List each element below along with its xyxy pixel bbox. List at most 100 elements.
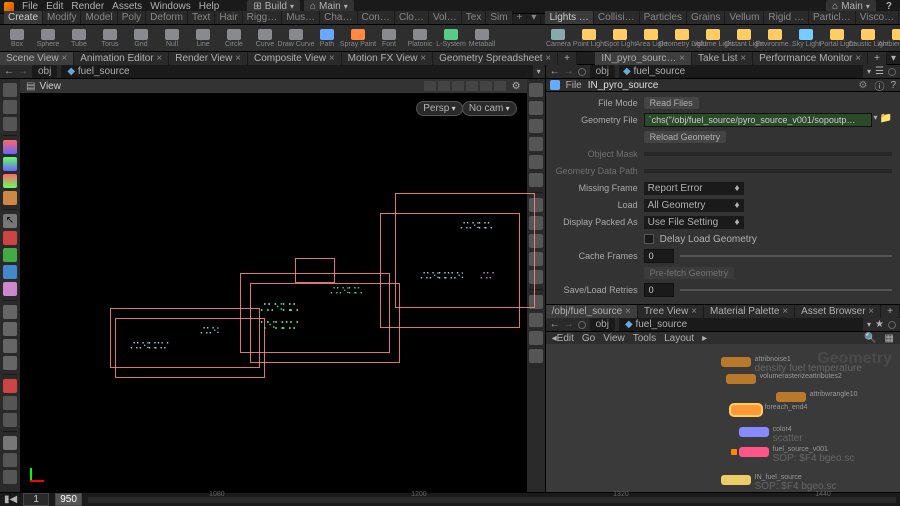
- nav-back-icon[interactable]: ←: [550, 66, 560, 77]
- nav-fwd-icon[interactable]: →: [564, 66, 574, 77]
- vp-mode-icon[interactable]: [424, 81, 436, 91]
- shelf-tool[interactable]: Font: [374, 26, 404, 51]
- tab-network[interactable]: /obj/fuel_source: [546, 305, 638, 318]
- tab-composite-view[interactable]: Composite View: [248, 52, 342, 65]
- shelf-tool[interactable]: Camera: [543, 26, 573, 51]
- tab-motion-fx[interactable]: Motion FX View: [342, 52, 433, 65]
- vp-mode-icon[interactable]: [494, 81, 506, 91]
- star-icon[interactable]: ★: [875, 319, 884, 330]
- magnet-tool-icon[interactable]: [3, 379, 17, 393]
- plus-icon[interactable]: +: [881, 305, 900, 318]
- tab-scene-view[interactable]: Scene View: [0, 52, 74, 65]
- shelf-tab[interactable]: Cha…: [320, 11, 357, 24]
- viewport-3d[interactable]: Persp ▾ No cam ▾ ∴∵⁖∷∴∵ ∴∵⁖ ∴∵⁖∷∴∵⁖∷∴∵ ∴…: [20, 93, 527, 492]
- lasso-tool-icon[interactable]: [3, 100, 17, 114]
- delay-load-checkbox[interactable]: [644, 234, 654, 244]
- tab-material[interactable]: Material Palette: [704, 305, 795, 318]
- nav-fwd-icon[interactable]: →: [18, 66, 28, 77]
- gear-icon[interactable]: ⚙: [512, 81, 521, 92]
- shelf-tool[interactable]: Curve: [250, 26, 280, 51]
- shelf-tool[interactable]: Metaball: [467, 26, 497, 51]
- display-flag-icon[interactable]: [731, 449, 737, 455]
- snap-curve-icon[interactable]: [3, 248, 17, 262]
- camera-lock[interactable]: No cam ▾: [462, 101, 517, 116]
- shelf-tab[interactable]: Clo…: [395, 11, 429, 24]
- net-opts-icon[interactable]: ▦: [885, 333, 894, 344]
- network-node[interactable]: [731, 405, 761, 415]
- nav-back-icon[interactable]: ←: [4, 66, 14, 77]
- parm-path-level[interactable]: obj: [590, 65, 615, 78]
- translate-tool-icon[interactable]: [3, 140, 17, 154]
- display-opt-icon[interactable]: [529, 155, 543, 169]
- network-node[interactable]: [739, 427, 769, 437]
- rotate-tool-icon[interactable]: [3, 157, 17, 171]
- net-menu-go[interactable]: Go: [582, 333, 595, 344]
- load-dropdown[interactable]: All Geometry♦: [644, 199, 744, 212]
- shelf-tool[interactable]: Spot Light: [605, 26, 635, 51]
- shelf-tool[interactable]: Volume Light: [698, 26, 728, 51]
- chevron-down-icon[interactable]: ▾: [867, 320, 871, 329]
- display-opt-icon[interactable]: [529, 119, 543, 133]
- network-node[interactable]: [721, 475, 751, 485]
- chevron-down-icon[interactable]: ▾: [537, 67, 541, 76]
- shelf-tab[interactable]: Model: [81, 11, 117, 24]
- shelf-tool[interactable]: Environme…: [760, 26, 790, 51]
- shelf-tab[interactable]: Create: [4, 11, 43, 24]
- slider[interactable]: [680, 255, 892, 257]
- net-path-level[interactable]: obj: [590, 318, 615, 331]
- packed-dropdown[interactable]: Use File Setting♦: [644, 216, 744, 229]
- chevron-down-icon[interactable]: ▾: [527, 11, 541, 24]
- shelf-tool[interactable]: Tube: [64, 26, 94, 51]
- snap-grid-icon[interactable]: [3, 231, 17, 245]
- shelf-tool[interactable]: Draw Curve: [281, 26, 311, 51]
- info-icon[interactable]: ⓘ: [874, 78, 884, 93]
- shelf-tab[interactable]: Tex: [462, 11, 487, 24]
- shelf-tab[interactable]: Vol…: [429, 11, 462, 24]
- path-location[interactable]: ◆ fuel_source: [61, 65, 532, 78]
- slider[interactable]: [680, 289, 892, 291]
- shelf-tool[interactable]: Sky Light: [791, 26, 821, 51]
- chevron-down-icon[interactable]: ▾: [874, 113, 878, 127]
- prefetch-button[interactable]: Pre-fetch Geometry: [644, 267, 735, 279]
- shelf-tab[interactable]: Lights …: [545, 11, 593, 24]
- network-node[interactable]: [721, 357, 751, 367]
- shelf-tool[interactable]: Spray Paint: [343, 26, 373, 51]
- shelf-tool[interactable]: Platonic: [405, 26, 435, 51]
- geometry-file-field[interactable]: `chs("/obj/fuel_source/pyro_source_v001/…: [644, 113, 872, 127]
- network-view[interactable]: Geometry attribnoise1density fuel temper…: [546, 344, 900, 492]
- vp-mode-icon[interactable]: [466, 81, 478, 91]
- play-back-icon[interactable]: ▮◀: [4, 494, 17, 505]
- network-node[interactable]: [726, 374, 756, 384]
- missing-frame-dropdown[interactable]: Report Error♦: [644, 182, 744, 195]
- node-name[interactable]: IN_pyro_source: [588, 80, 659, 91]
- shelf-tool[interactable]: Path: [312, 26, 342, 51]
- misc-tool-icon[interactable]: [3, 470, 17, 484]
- misc-tool-icon[interactable]: [3, 396, 17, 410]
- filter-icon[interactable]: ☰: [875, 66, 884, 77]
- net-search-icon[interactable]: 🔍: [864, 333, 876, 344]
- parm-path[interactable]: ◆ fuel_source: [619, 65, 863, 78]
- shelf-tab[interactable]: Con…: [358, 11, 395, 24]
- shelf-tab[interactable]: Modify: [43, 11, 81, 24]
- shelf-tool[interactable]: Null: [157, 26, 187, 51]
- shelf-tab[interactable]: Text: [188, 11, 215, 24]
- net-menu-layout[interactable]: Layout: [664, 333, 694, 344]
- timeline-track[interactable]: 1080 1200 1320 1440: [88, 497, 896, 503]
- cache-frames-field[interactable]: 0: [644, 249, 674, 263]
- view-tool-icon[interactable]: [3, 305, 17, 319]
- shelf-tab[interactable]: Poly: [118, 11, 146, 24]
- snap-point-icon[interactable]: [3, 265, 17, 279]
- shelf-tab[interactable]: Vellum: [725, 11, 764, 24]
- display-opt-icon[interactable]: [529, 349, 543, 363]
- shelf-tool[interactable]: Line: [188, 26, 218, 51]
- shelf-tool[interactable]: Torus: [95, 26, 125, 51]
- nav-back-icon[interactable]: ←: [550, 319, 560, 330]
- net-menu-tools[interactable]: Tools: [633, 333, 656, 344]
- tab-geo-spreadsheet[interactable]: Geometry Spreadsheet: [433, 52, 558, 65]
- vp-mode-icon[interactable]: [480, 81, 492, 91]
- scale-tool-icon[interactable]: [3, 174, 17, 188]
- help-icon[interactable]: ?: [890, 80, 896, 91]
- display-opt-icon[interactable]: [529, 173, 543, 187]
- shelf-tab[interactable]: Rigid …: [764, 11, 809, 24]
- tab-take-list[interactable]: Take List: [692, 52, 753, 65]
